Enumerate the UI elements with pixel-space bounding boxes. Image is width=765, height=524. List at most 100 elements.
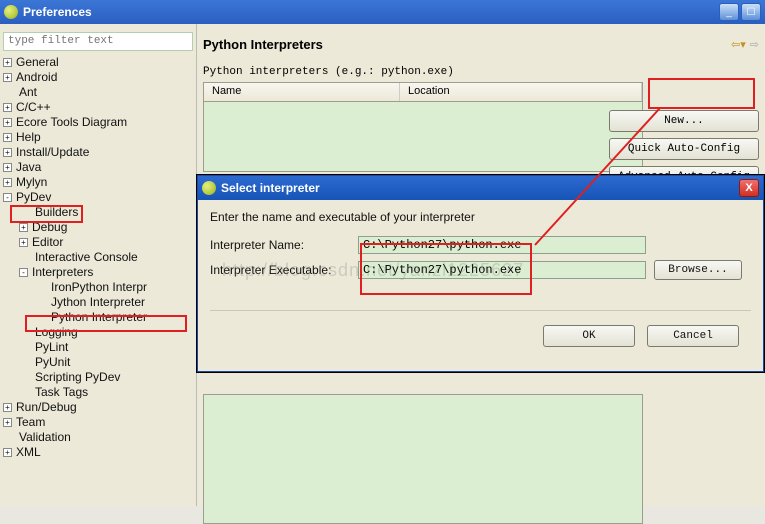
tree-label: Validation xyxy=(19,430,71,444)
expander-icon[interactable]: + xyxy=(3,403,12,412)
page-description: Python interpreters (e.g.: python.exe) xyxy=(203,66,759,78)
tree-item[interactable]: + Debug xyxy=(3,220,193,235)
interpreters-table-header: Name Location xyxy=(203,82,643,102)
tree-item[interactable]: Scripting PyDev xyxy=(3,370,193,385)
tree-item[interactable]: Task Tags xyxy=(3,385,193,400)
tree-label: Jython Interpreter xyxy=(51,295,145,309)
dialog-title: Select interpreter xyxy=(221,181,739,195)
back-icon[interactable]: ⇦▾ xyxy=(731,38,746,51)
tree-label: PyUnit xyxy=(35,355,70,369)
filter-input[interactable] xyxy=(3,32,193,51)
tree-label: Java xyxy=(16,160,41,174)
tree-item[interactable]: + Run/Debug xyxy=(3,400,193,415)
window-titlebar: Preferences _ ☐ xyxy=(0,0,765,24)
expander-icon[interactable]: + xyxy=(3,448,12,457)
tree-label: Logging xyxy=(35,325,78,339)
tree-label: Run/Debug xyxy=(16,400,77,414)
tree-label: C/C++ xyxy=(16,100,51,114)
select-interpreter-dialog: Select interpreter X Enter the name and … xyxy=(197,175,764,372)
expander-icon[interactable]: + xyxy=(3,73,12,82)
tree-label: Mylyn xyxy=(16,175,47,189)
dialog-footer: OK Cancel xyxy=(210,310,751,361)
tree-item[interactable]: -Interpreters xyxy=(3,265,193,280)
tree-label: Builders xyxy=(35,205,78,219)
page-header: Python Interpreters ⇦▾ ⇨ xyxy=(203,30,759,58)
tree-item[interactable]: Ant xyxy=(3,85,193,100)
expander-icon[interactable]: + xyxy=(3,118,12,127)
browse-button[interactable]: Browse... xyxy=(654,260,742,280)
tree-item[interactable]: Jython Interpreter xyxy=(3,295,193,310)
preferences-tree[interactable]: + General + AndroidAnt + C/C++ + Ecore Tools Di… xyxy=(3,55,193,460)
page-nav: ⇦▾ ⇨ xyxy=(731,38,759,51)
tree-label: PyDev xyxy=(16,190,51,204)
forward-icon[interactable]: ⇨ xyxy=(750,38,759,51)
expander-icon[interactable]: + xyxy=(3,103,12,112)
new-button[interactable]: New... xyxy=(609,110,759,132)
expander-icon[interactable]: - xyxy=(3,193,12,202)
cancel-button[interactable]: Cancel xyxy=(647,325,739,347)
interpreter-name-input[interactable] xyxy=(358,236,646,254)
tree-label: Team xyxy=(16,415,45,429)
maximize-button[interactable]: ☐ xyxy=(741,3,761,21)
tree-item[interactable]: PyUnit xyxy=(3,355,193,370)
tree-item[interactable]: + XML xyxy=(3,445,193,460)
expander-icon[interactable]: + xyxy=(3,148,12,157)
tree-item[interactable]: + Help xyxy=(3,130,193,145)
tree-label: Install/Update xyxy=(16,145,89,159)
tree-label: Debug xyxy=(32,220,67,234)
expander-icon[interactable]: + xyxy=(3,58,12,67)
tree-item[interactable]: + Mylyn xyxy=(3,175,193,190)
tree-label: IronPython Interpr xyxy=(51,280,147,294)
tree-label: Interactive Console xyxy=(35,250,138,264)
tree-item[interactable]: + C/C++ xyxy=(3,100,193,115)
expander-icon[interactable]: + xyxy=(19,223,28,232)
expander-icon[interactable]: + xyxy=(3,178,12,187)
dialog-titlebar: Select interpreter X xyxy=(198,176,763,200)
dialog-body: Enter the name and executable of your in… xyxy=(198,200,763,371)
expander-icon[interactable]: + xyxy=(19,238,28,247)
minimize-button[interactable]: _ xyxy=(719,3,739,21)
expander-icon[interactable]: + xyxy=(3,418,12,427)
tree-item[interactable]: Interactive Console xyxy=(3,250,193,265)
ok-button[interactable]: OK xyxy=(543,325,635,347)
quick-auto-config-button[interactable]: Quick Auto-Config xyxy=(609,138,759,160)
close-button[interactable]: X xyxy=(739,179,759,197)
tree-item[interactable]: + Install/Update xyxy=(3,145,193,160)
preferences-icon xyxy=(4,5,18,19)
interpreter-exec-input[interactable] xyxy=(358,261,646,279)
column-name[interactable]: Name xyxy=(204,83,400,101)
tree-item[interactable]: + General xyxy=(3,55,193,70)
tree-label: PyLint xyxy=(35,340,68,354)
tree-item[interactable]: PyLint xyxy=(3,340,193,355)
tree-label: General xyxy=(16,55,59,69)
tree-label: Interpreters xyxy=(32,265,93,279)
window-title: Preferences xyxy=(23,5,717,19)
interpreter-exec-row: Interpreter Executable: Browse... xyxy=(210,260,751,280)
interpreter-details-area xyxy=(203,394,643,524)
interpreter-name-row: Interpreter Name: xyxy=(210,236,751,254)
tree-item[interactable]: + Java xyxy=(3,160,193,175)
expander-icon[interactable]: + xyxy=(3,163,12,172)
tree-item[interactable]: Logging xyxy=(3,325,193,340)
tree-item[interactable]: IronPython Interpr xyxy=(3,280,193,295)
tree-item[interactable]: + Team xyxy=(3,415,193,430)
preferences-tree-pane: + General + AndroidAnt + C/C++ + Ecore Tools Di… xyxy=(0,24,197,506)
tree-item[interactable]: + Android xyxy=(3,70,193,85)
interpreter-exec-label: Interpreter Executable: xyxy=(210,263,358,277)
tree-item[interactable]: Builders xyxy=(3,205,193,220)
tree-label: Ecore Tools Diagram xyxy=(16,115,127,129)
expander-icon[interactable]: + xyxy=(3,133,12,142)
tree-item[interactable]: + Ecore Tools Diagram xyxy=(3,115,193,130)
tree-label: Help xyxy=(16,130,41,144)
tree-label: Ant xyxy=(19,85,37,99)
tree-label: Android xyxy=(16,70,57,84)
tree-item[interactable]: +Editor xyxy=(3,235,193,250)
tree-item[interactable]: Validation xyxy=(3,430,193,445)
dialog-prompt: Enter the name and executable of your in… xyxy=(210,210,751,224)
tree-item[interactable]: Python Interpreter xyxy=(3,310,193,325)
interpreters-table-body[interactable] xyxy=(203,102,643,172)
expander-icon[interactable]: - xyxy=(19,268,28,277)
tree-label: XML xyxy=(16,445,41,459)
tree-item[interactable]: -PyDev xyxy=(3,190,193,205)
column-location[interactable]: Location xyxy=(400,83,642,101)
